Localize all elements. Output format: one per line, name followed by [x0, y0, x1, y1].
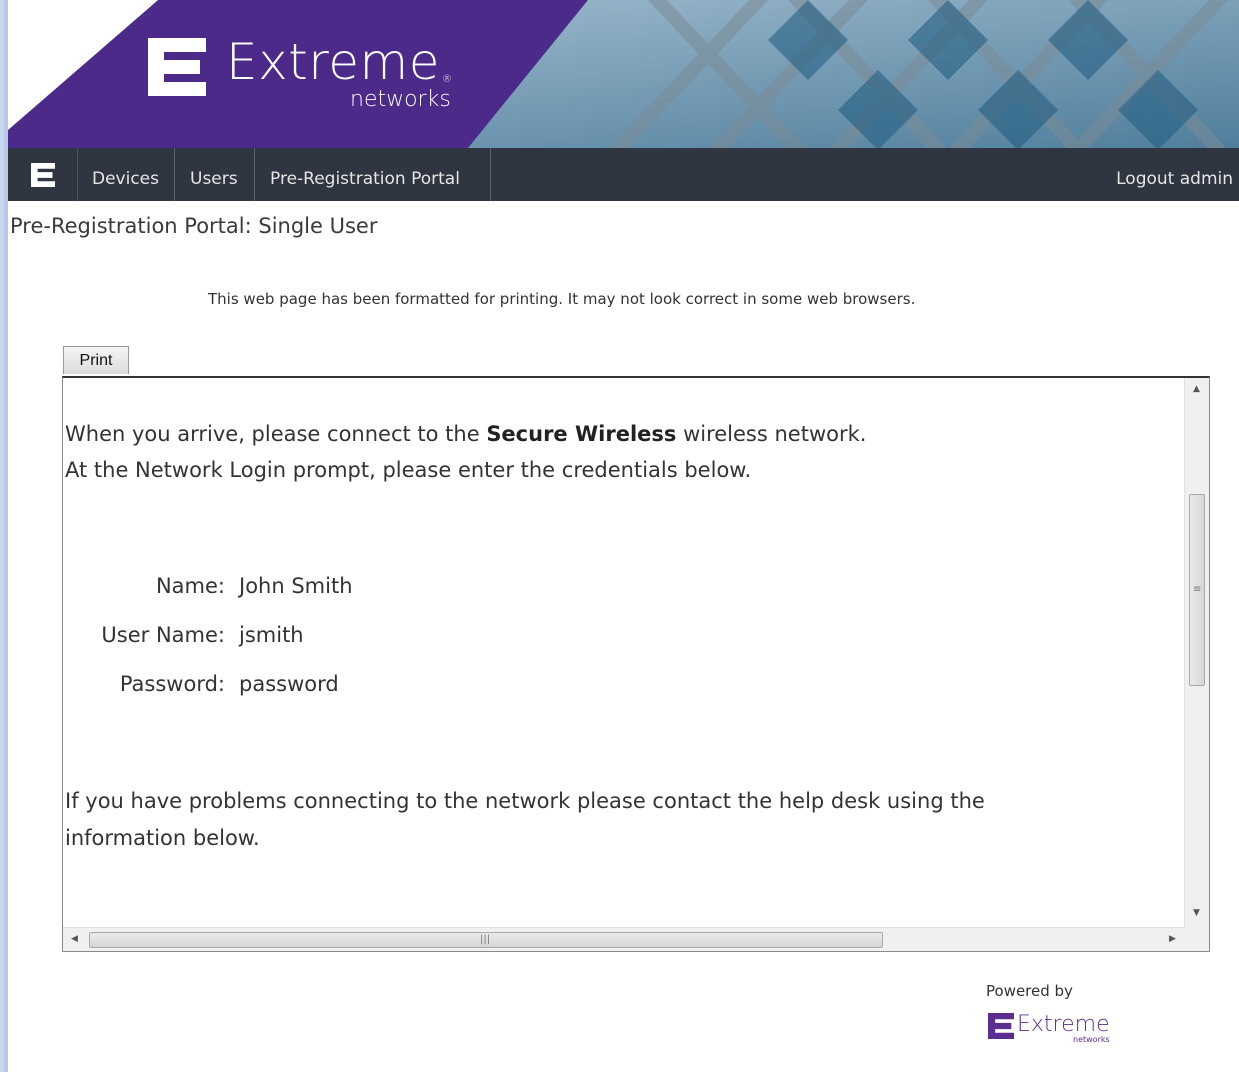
username-value: jsmith [239, 623, 304, 647]
name-label: Name: [155, 574, 225, 598]
grip-icon: ≡ [1193, 584, 1202, 595]
horizontal-scroll-thumb[interactable]: ||| [89, 932, 883, 948]
scroll-up-arrow-icon[interactable]: ▲ [1193, 384, 1200, 394]
powered-by-text: Powered by [986, 982, 1073, 1000]
logout-link[interactable]: Logout admin [1116, 148, 1233, 201]
grip-icon: ||| [480, 934, 491, 945]
print-format-notice: This web page has been formatted for pri… [208, 290, 916, 308]
vertical-scrollbar[interactable]: ▲ ≡ ▼ [1184, 378, 1209, 929]
horizontal-scrollbar[interactable]: ◀ ||| ▶ [63, 927, 1185, 951]
footer-logo-subtext: networks [1073, 1035, 1110, 1044]
name-value: John Smith [239, 574, 353, 598]
extreme-logo-icon [988, 1013, 1014, 1039]
logo-subtext: networks [350, 87, 451, 112]
scrollbar-corner [1185, 928, 1209, 951]
print-button[interactable]: Print [63, 346, 129, 374]
logo-wordmark: Extreme [226, 33, 440, 91]
scroll-left-arrow-icon[interactable]: ◀ [71, 934, 78, 944]
footer-extreme-logo: Extreme networks [988, 1011, 1118, 1045]
header-banner: Extreme ® networks [8, 0, 1239, 148]
nav-item-pre-registration-portal[interactable]: Pre-Registration Portal [255, 148, 491, 201]
scroll-right-arrow-icon[interactable]: ▶ [1169, 934, 1176, 944]
page-title: Pre-Registration Portal: Single User [10, 214, 378, 238]
help-text-line1: If you have problems connecting to the n… [65, 789, 985, 813]
arrival-text: When you arrive, please connect to the [65, 422, 487, 446]
arrival-instructions: When you arrive, please connect to the S… [65, 416, 866, 452]
vertical-scroll-thumb[interactable]: ≡ [1189, 494, 1205, 686]
registered-mark: ® [441, 74, 453, 85]
network-name: Secure Wireless [486, 422, 677, 446]
extreme-logo-icon [30, 162, 55, 187]
password-value: password [239, 672, 339, 696]
help-text-line2: information below. [65, 826, 260, 850]
login-instructions: At the Network Login prompt, please ente… [65, 458, 752, 482]
password-label: Password: [119, 672, 225, 696]
nav-item-users[interactable]: Users [175, 148, 255, 201]
scroll-down-arrow-icon[interactable]: ▼ [1193, 908, 1200, 918]
frame-content: When you arrive, please connect to the S… [63, 378, 1185, 929]
arrival-text-end: wireless network. [676, 422, 867, 446]
credential-preview-frame: When you arrive, please connect to the S… [62, 376, 1210, 952]
nav-item-devices[interactable]: Devices [77, 148, 175, 201]
nav-bar: Devices Users Pre-Registration Portal Lo… [8, 148, 1239, 201]
nav-home-button[interactable] [8, 148, 78, 201]
extreme-logo-icon [148, 38, 206, 96]
username-label: User Name: [101, 623, 225, 647]
